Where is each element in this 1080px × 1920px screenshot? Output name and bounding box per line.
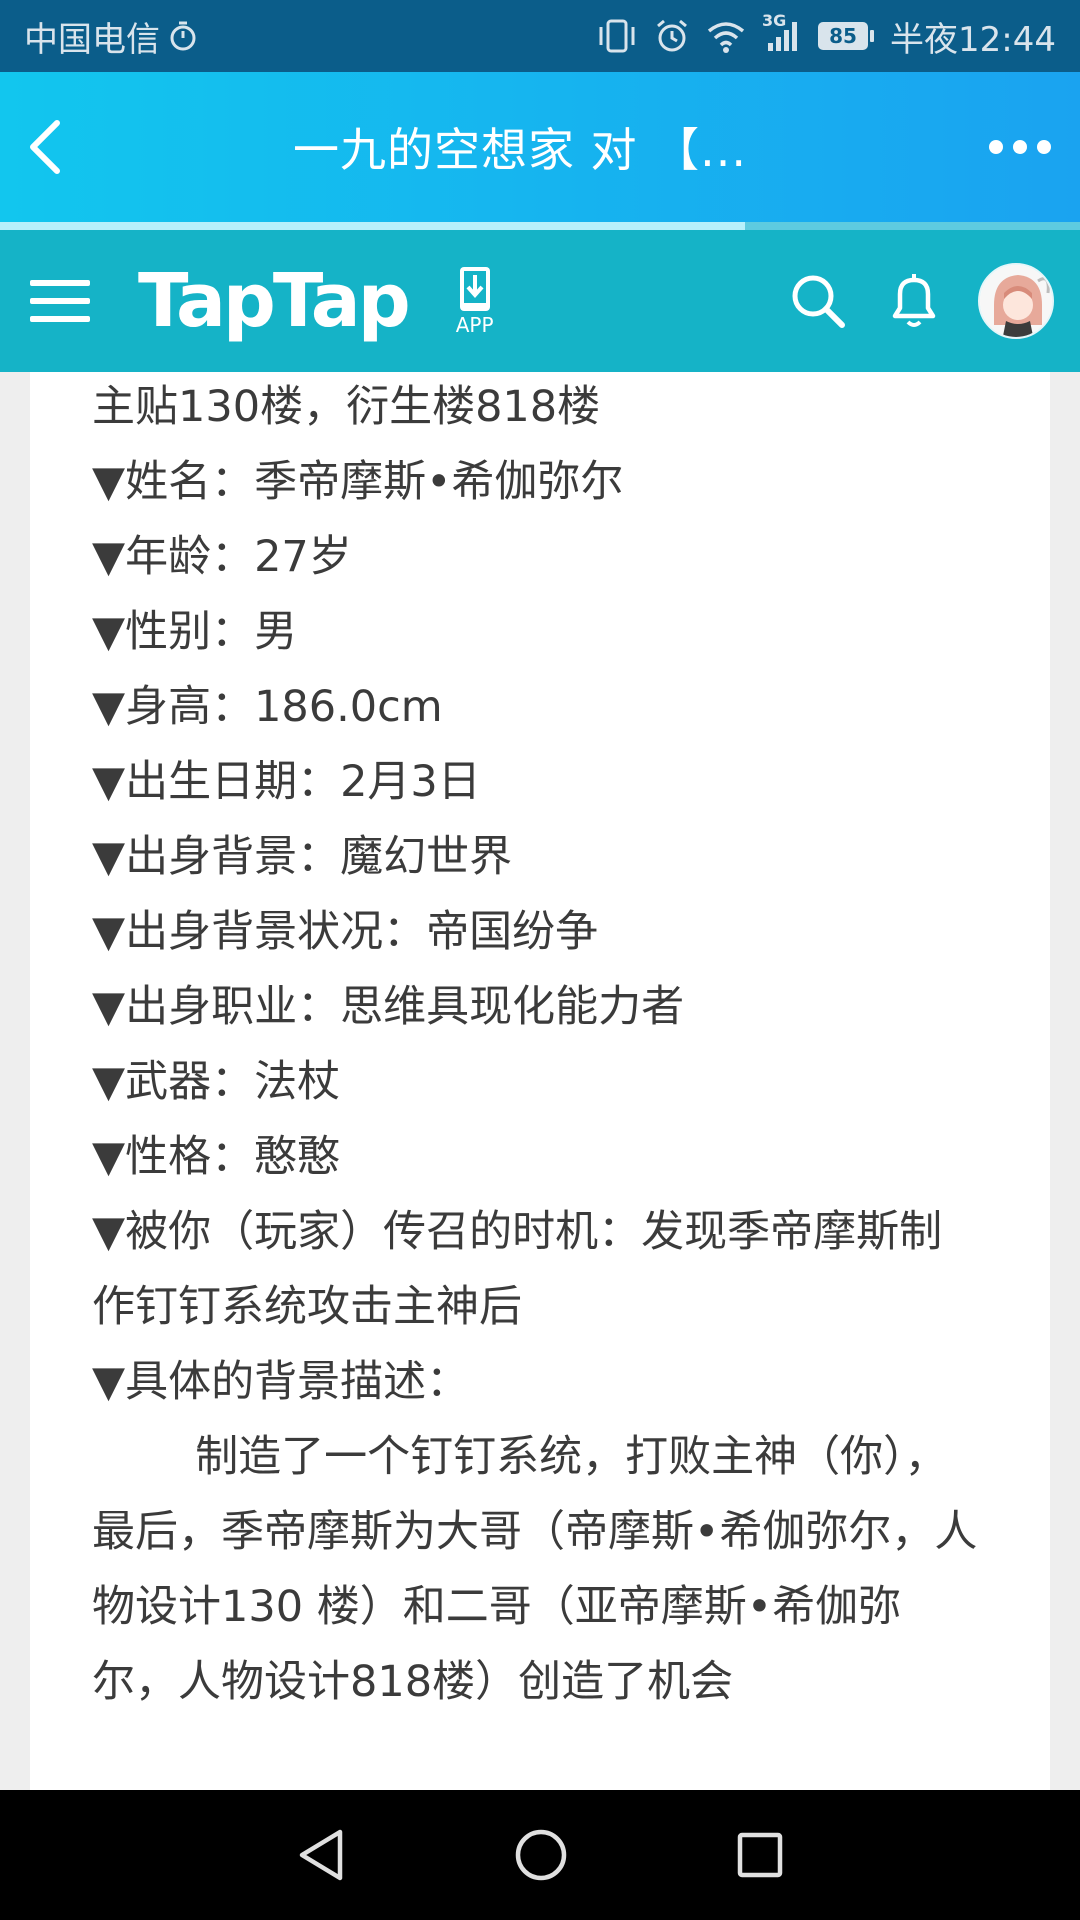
post-line: 主贴130楼，衍生楼818楼 — [92, 382, 601, 432]
title-bar: 一九的空想家 对 【... — [0, 72, 1080, 222]
vibrate-icon — [596, 19, 638, 53]
post-line: ▼身高：186.0cm — [92, 682, 443, 732]
post-line: ▼出身背景状况：帝国纷争 — [92, 907, 599, 957]
signal-icon: 3G — [762, 11, 802, 53]
post-line: ▼出身职业：思维具现化能力者 — [92, 982, 685, 1032]
battery-level: 85 — [818, 22, 869, 50]
stopwatch-icon — [168, 20, 198, 52]
page-title: 一九的空想家 对 【... — [292, 123, 748, 177]
wifi-icon — [706, 19, 746, 53]
post-line: ▼出身背景：魔幻世界 — [92, 832, 513, 882]
post-line: ▼性格：憨憨 — [92, 1132, 341, 1182]
clock-label: 半夜12:44 — [890, 19, 1056, 60]
network-type-label: 3G — [762, 11, 787, 30]
search-button[interactable] — [770, 230, 866, 372]
chevron-left-icon — [30, 120, 60, 174]
hamburger-icon — [30, 280, 90, 286]
post-line: ▼姓名：季帝摩斯•希伽弥尔 — [92, 457, 624, 507]
user-avatar[interactable] — [978, 263, 1054, 339]
carrier-label: 中国电信 — [24, 19, 160, 60]
nav-back-button[interactable] — [296, 1828, 346, 1882]
triangle-back-icon — [299, 1829, 343, 1881]
more-dots-icon — [989, 140, 1003, 154]
post-paragraph: 制造了一个钉钉系统，打败主神（你），最后，季帝摩斯为大哥（帝摩斯•希伽弥尔，人物… — [92, 1432, 978, 1707]
back-button[interactable] — [0, 72, 90, 222]
post-line: ▼出生日期：2月3日 — [92, 757, 481, 807]
nav-home-button[interactable] — [514, 1828, 568, 1882]
bell-icon — [892, 274, 936, 327]
post-line: ▼性别：男 — [92, 607, 298, 657]
battery-icon: 85 — [818, 22, 875, 50]
status-left: 中国电信 — [24, 12, 198, 61]
nav-recents-button[interactable] — [736, 1831, 784, 1879]
alarm-icon — [654, 18, 690, 54]
status-bar: 中国电信 3G 85 半夜12:44 — [0, 0, 1080, 72]
more-options-button[interactable] — [960, 72, 1080, 222]
circle-home-icon — [515, 1829, 567, 1881]
phone-download-icon — [459, 267, 490, 311]
app-label: APP — [455, 313, 494, 337]
download-app-button[interactable]: APP — [456, 265, 494, 337]
square-recents-icon — [737, 1832, 783, 1878]
hamburger-menu-button[interactable] — [0, 230, 120, 372]
taptap-logo[interactable]: TapTap — [138, 258, 411, 344]
status-right: 3G 85 半夜12:44 — [596, 11, 1056, 61]
post-line: ▼具体的背景描述： — [92, 1357, 470, 1407]
page-load-progress-fill — [0, 222, 746, 230]
search-icon — [792, 275, 845, 328]
avatar-image — [980, 265, 1052, 337]
page-load-progress — [0, 222, 1080, 230]
site-header: TapTap APP — [0, 230, 1080, 372]
system-nav-bar — [0, 1790, 1080, 1920]
post-content: 主贴130楼，衍生楼818楼 ▼姓名：季帝摩斯•希伽弥尔 ▼年龄：27岁 ▼性别… — [30, 372, 1050, 1790]
post-line: ▼被你（玩家）传召的时机：发现季帝摩斯制作钉钉系统攻击主神后 — [92, 1207, 943, 1332]
post-line: ▼武器：法杖 — [92, 1057, 341, 1107]
post-line: ▼年龄：27岁 — [92, 532, 352, 582]
notifications-button[interactable] — [866, 230, 962, 372]
header-actions — [770, 230, 1080, 372]
post-body: 主贴130楼，衍生楼818楼 ▼姓名：季帝摩斯•希伽弥尔 ▼年龄：27岁 ▼性别… — [30, 372, 1050, 1720]
